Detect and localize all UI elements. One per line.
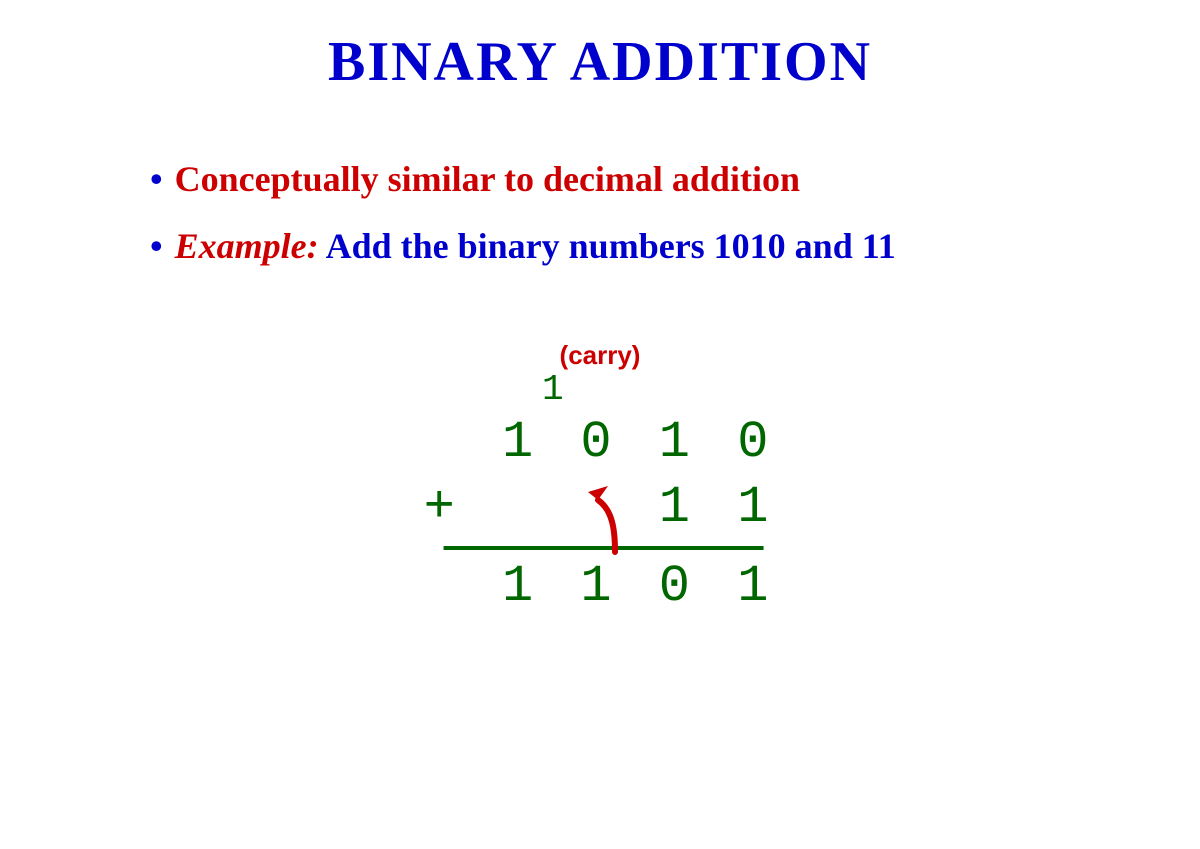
bullet-dot-icon: • [150, 155, 163, 204]
slide-title: BINARY ADDITION [0, 30, 1200, 94]
bullet-list: • Conceptually similar to decimal additi… [150, 155, 1110, 288]
bullet-1-text: Conceptually similar to decimal addition [175, 155, 800, 204]
addend-2: + 1 1 [424, 475, 777, 540]
slide: BINARY ADDITION • Conceptually similar t… [0, 0, 1200, 849]
carry-label: (carry) [0, 340, 1200, 371]
bullet-dot-icon: • [150, 222, 163, 271]
bullet-2-text: Add the binary numbers 1010 and 11 [319, 226, 896, 266]
bullet-2: • Example: Add the binary numbers 1010 a… [150, 222, 1110, 271]
addition-columns: 1 1 0 1 0 + 1 1 1 1 0 1 [424, 370, 777, 619]
bullet-2-label: Example: [175, 226, 319, 266]
carry-row: 1 [424, 370, 777, 410]
addend-1: 1 0 1 0 [424, 410, 777, 475]
sum-row: 1 1 0 1 [424, 554, 777, 619]
sum-rule-line [444, 546, 764, 550]
bullet-1: • Conceptually similar to decimal additi… [150, 155, 1110, 204]
